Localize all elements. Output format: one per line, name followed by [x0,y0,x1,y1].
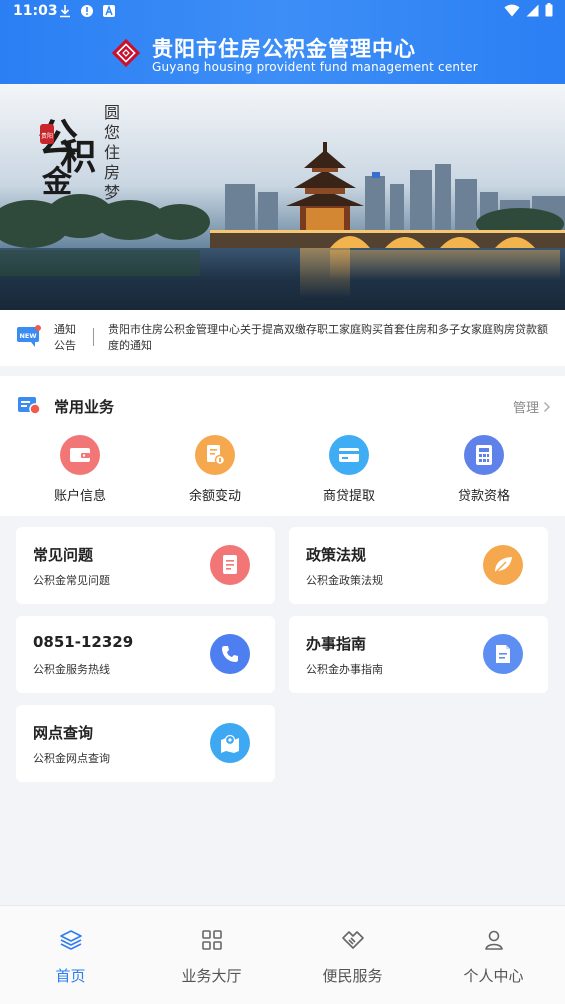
download-icon [60,5,70,18]
bottom-tab-bar: 首页 业务大厅 便民服务 个人中心 [0,905,565,1004]
notice-label: 通知公告 [54,323,76,352]
app-header: 11:03 贵阳市住房公积金管理中心 Guyang housing provid… [0,0,565,84]
alert-icon [81,5,93,17]
shortcut-label: 商贷提取 [322,489,375,504]
status-time: 11:03 [13,3,58,19]
card-title: 政策法规 [306,546,367,564]
services-card-icon [18,397,40,415]
card-title: 网点查询 [33,724,94,742]
phone-icon [210,634,250,674]
wifi-icon [504,4,520,17]
card-policy[interactable]: 政策法规 公积金政策法规 [289,527,548,604]
map-pin-icon [210,723,250,763]
card-subtitle: 公积金服务热线 [33,663,110,676]
banner-slogan: 圆 您 住 房 梦 [104,103,120,202]
card-subtitle: 公积金政策法规 [306,574,383,587]
svg-text:房: 房 [104,163,120,182]
grid-icon [201,930,222,950]
diamond-logo [111,38,141,68]
svg-text:住: 住 [104,143,120,162]
manage-label: 管理 [512,401,539,416]
card-title: 办事指南 [306,635,367,653]
card-icon [329,435,369,475]
header-subtitle: Guyang housing provident fund management… [152,60,478,74]
brand: 贵阳市住房公积金管理中心 Guyang housing provident fu… [108,33,478,77]
tab-label: 业务大厅 [181,967,242,985]
card-faq[interactable]: 常见问题 公积金常见问题 [16,527,275,604]
balance-doc-icon [195,435,235,475]
shortcut-balance-change[interactable]: 余额变动 [155,432,275,512]
card-outlet-search[interactable]: 网点查询 公积金网点查询 [16,705,275,782]
section-title: 常用业务 [54,398,115,416]
leaf-icon [483,545,523,585]
wallet-icon [60,435,100,475]
card-subtitle: 公积金常见问题 [33,574,110,587]
new-badge-icon: NEW [17,325,41,347]
header-title: 贵阳市住房公积金管理中心 [152,37,416,61]
tab-convenience-services[interactable]: 便民服务 [282,928,423,986]
shortcut-account-info[interactable]: 账户信息 [20,432,140,512]
tab-home[interactable]: 首页 [0,928,141,986]
tab-business-hall[interactable]: 业务大厅 [141,928,282,986]
shortcut-label: 贷款资格 [457,489,510,504]
manage-button[interactable]: 管理 [513,397,551,416]
svg-text:圆: 圆 [104,103,120,122]
card-title: 常见问题 [33,546,94,564]
tab-label: 便民服务 [322,967,383,985]
status-notification-icons [58,4,116,18]
chevron-right-icon [544,401,550,412]
shortcut-loan-eligibility[interactable]: 贷款资格 [424,432,544,512]
layers-icon [59,930,82,950]
status-bar: 11:03 [0,0,565,24]
battery-icon [545,3,553,17]
banner-scene: 公 积 金 贵阳 圆 您 住 房 梦 [0,84,565,310]
banner-calligraphy-3: 金 [41,165,73,200]
tab-label: 首页 [55,967,86,985]
document-icon [210,545,250,585]
card-hotline[interactable]: 0851-12329 公积金服务热线 [16,616,275,693]
card-subtitle: 公积金办事指南 [306,663,383,676]
notice-bar[interactable]: NEW 通知公告 贵阳市住房公积金管理中心关于提高双缴存职工家庭购买首套住房和多… [0,310,565,366]
shortcut-label: 余额变动 [188,489,241,504]
person-icon [484,930,503,950]
app-a-icon [103,5,115,17]
handshake-icon [341,931,364,949]
shortcut-label: 账户信息 [53,489,106,504]
card-guide[interactable]: 办事指南 公积金办事指南 [289,616,548,693]
svg-text:梦: 梦 [104,183,120,202]
card-title: 0851-12329 [33,633,134,651]
tab-label: 个人中心 [463,967,524,985]
shortcut-commercial-loan-withdraw[interactable]: 商贷提取 [289,432,409,512]
signal-icon [526,4,539,16]
svg-text:贵阳: 贵阳 [41,132,53,140]
status-system-icons [504,3,553,17]
guide-icon [483,634,523,674]
banner-image[interactable]: 公 积 金 贵阳 圆 您 住 房 梦 [0,84,565,310]
svg-text:您: 您 [104,123,120,142]
common-services-section: 常用业务 管理 账户信息 余额变动 商贷提取 贷款资格 [0,376,565,516]
notice-divider [93,328,94,346]
tab-personal-center[interactable]: 个人中心 [423,928,564,986]
svg-text:NEW: NEW [19,332,36,340]
card-subtitle: 公积金网点查询 [33,752,110,765]
notice-text[interactable]: 贵阳市住房公积金管理中心关于提高双缴存职工家庭购买首套住房和多子女家庭购房贷款额… [108,322,553,354]
calculator-icon [464,435,504,475]
